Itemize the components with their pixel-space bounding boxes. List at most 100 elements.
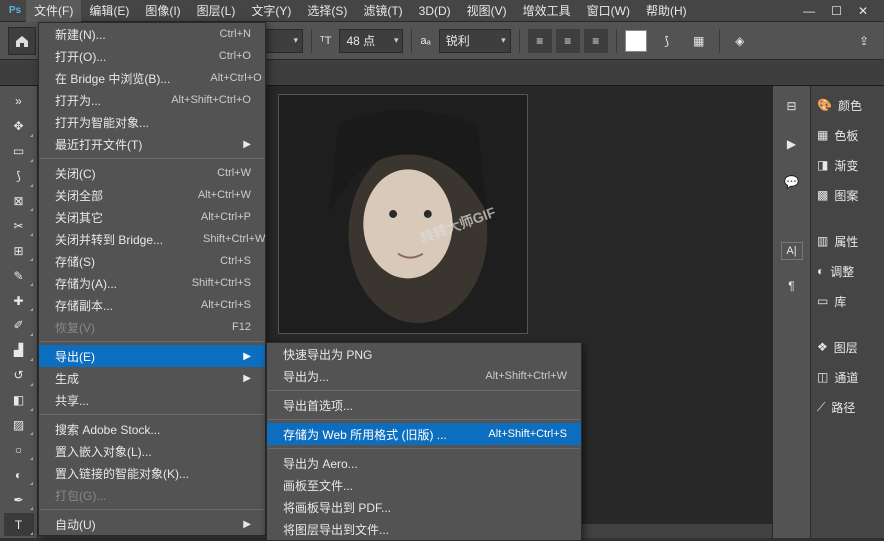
file-menu-item[interactable]: 最近打开文件(T)▶ xyxy=(39,133,265,155)
menu-layer[interactable]: 图层(L) xyxy=(189,0,244,22)
menu-select[interactable]: 选择(S) xyxy=(299,0,355,22)
align-right-icon[interactable]: ≡ xyxy=(584,29,608,53)
gradient-tool[interactable]: ▨ xyxy=(4,414,34,437)
panel-patterns[interactable]: ▩图案 xyxy=(811,180,884,210)
pen-tool[interactable]: ✒ xyxy=(4,488,34,511)
para-panel-icon[interactable]: ¶ xyxy=(780,274,804,298)
file-menu-item[interactable]: 关闭(C)Ctrl+W xyxy=(39,162,265,184)
panel-adjustments[interactable]: ◐调整 xyxy=(811,256,884,286)
menu-item-label: 存储副本... xyxy=(55,297,161,314)
eyedropper-tool[interactable]: ✎ xyxy=(4,264,34,287)
menu-item-label: 共享... xyxy=(55,392,251,409)
file-menu-item[interactable]: 自动(U)▶ xyxy=(39,513,265,535)
file-menu-item[interactable]: 存储(S)Ctrl+S xyxy=(39,250,265,272)
file-menu-item[interactable]: 关闭其它Alt+Ctrl+P xyxy=(39,206,265,228)
export-menu-item[interactable]: 将画板导出到 PDF... xyxy=(267,496,581,518)
file-menu-item[interactable]: 导出(E)▶ xyxy=(39,345,265,367)
file-menu-item[interactable]: 关闭并转到 Bridge...Shift+Ctrl+W xyxy=(39,228,265,250)
file-menu-item[interactable]: 打开为智能对象... xyxy=(39,111,265,133)
window-close-icon[interactable]: ✕ xyxy=(858,4,868,18)
color-swatch-icon[interactable] xyxy=(625,30,647,52)
history-brush-tool[interactable]: ↺ xyxy=(4,364,34,387)
submenu-arrow-icon: ▶ xyxy=(243,351,251,362)
export-menu-item[interactable]: 画板至文件... xyxy=(267,474,581,496)
quick-select-tool[interactable]: ⊠ xyxy=(4,190,34,213)
char-panel-icon[interactable]: A| xyxy=(781,242,803,260)
window-maximize-icon[interactable]: ☐ xyxy=(831,4,842,18)
layers-icon: ❖ xyxy=(817,340,828,354)
crop-tool[interactable]: ✂ xyxy=(4,214,34,237)
menu-item-label: 置入链接的智能对象(K)... xyxy=(55,465,251,482)
file-menu-item[interactable]: 搜索 Adobe Stock... xyxy=(39,418,265,440)
expand-toolbox-icon[interactable]: » xyxy=(4,90,34,113)
blur-tool[interactable]: ○ xyxy=(4,438,34,461)
menu-item-shortcut: Ctrl+N xyxy=(220,28,251,40)
file-menu-item[interactable]: 关闭全部Alt+Ctrl+W xyxy=(39,184,265,206)
panel-play-icon[interactable]: ▶ xyxy=(780,132,804,156)
file-menu-item[interactable]: 置入链接的智能对象(K)... xyxy=(39,462,265,484)
file-menu-item[interactable]: 打开为...Alt+Shift+Ctrl+O xyxy=(39,89,265,111)
panel-gradients[interactable]: ◨渐变 xyxy=(811,150,884,180)
panel-paths[interactable]: ⟋路径 xyxy=(811,392,884,422)
eraser-tool[interactable]: ◧ xyxy=(4,389,34,412)
export-menu-item[interactable]: 快速导出为 PNG xyxy=(267,343,581,365)
panels-icon[interactable]: ▦ xyxy=(687,29,711,53)
menu-edit[interactable]: 编辑(E) xyxy=(81,0,137,22)
warp-text-icon[interactable]: ⟆ xyxy=(655,29,679,53)
file-menu-item[interactable]: 在 Bridge 中浏览(B)...Alt+Ctrl+O xyxy=(39,67,265,89)
export-menu-item[interactable]: 导出为...Alt+Shift+Ctrl+W xyxy=(267,365,581,387)
file-menu-item[interactable]: 存储副本...Alt+Ctrl+S xyxy=(39,294,265,316)
panel-color[interactable]: 🎨颜色 xyxy=(811,90,884,120)
menu-image[interactable]: 图像(I) xyxy=(137,0,188,22)
file-menu-item[interactable]: 新建(N)...Ctrl+N xyxy=(39,23,265,45)
export-menu-divider xyxy=(268,448,580,449)
home-icon[interactable] xyxy=(8,27,36,55)
panel-layers[interactable]: ❖图层 xyxy=(811,332,884,362)
brush-tool[interactable]: ✐ xyxy=(4,314,34,337)
panel-chat-icon[interactable]: 💬 xyxy=(780,170,804,194)
export-menu-item[interactable]: 将图层导出到文件... xyxy=(267,518,581,540)
menu-item-label: 打开为... xyxy=(55,92,131,109)
move-tool[interactable]: ✥ xyxy=(4,115,34,138)
file-menu-item[interactable]: 打开(O)...Ctrl+O xyxy=(39,45,265,67)
menu-item-label: 导出首选项... xyxy=(283,397,567,414)
menu-filter[interactable]: 滤镜(T) xyxy=(355,0,410,22)
lasso-tool[interactable]: ⟆ xyxy=(4,165,34,188)
export-menu-item[interactable]: 存储为 Web 所用格式 (旧版) ...Alt+Shift+Ctrl+S xyxy=(267,423,581,445)
menu-window[interactable]: 窗口(W) xyxy=(579,0,638,22)
antialias-select[interactable]: 锐利 xyxy=(439,29,511,53)
export-menu-item[interactable]: 导出为 Aero... xyxy=(267,452,581,474)
3d-icon[interactable]: ◈ xyxy=(728,29,752,53)
panel-channels[interactable]: ◫通道 xyxy=(811,362,884,392)
panel-libraries[interactable]: ▭库 xyxy=(811,286,884,316)
menu-view[interactable]: 视图(V) xyxy=(459,0,515,22)
marquee-tool[interactable]: ▭ xyxy=(4,140,34,163)
menu-type[interactable]: 文字(Y) xyxy=(243,0,299,22)
healing-tool[interactable]: ✚ xyxy=(4,289,34,312)
share-icon[interactable]: ⇪ xyxy=(852,29,876,53)
stamp-tool[interactable]: ▟ xyxy=(4,339,34,362)
type-tool[interactable]: T xyxy=(4,513,34,536)
frame-tool[interactable]: ⊞ xyxy=(4,239,34,262)
file-menu-divider xyxy=(40,414,264,415)
panel-properties[interactable]: ▥属性 xyxy=(811,226,884,256)
dodge-tool[interactable]: ◐ xyxy=(4,463,34,486)
menu-help[interactable]: 帮助(H) xyxy=(638,0,695,22)
grid-icon: ▦ xyxy=(817,128,828,142)
align-left-icon[interactable]: ≡ xyxy=(528,29,552,53)
menu-item-label: 关闭并转到 Bridge... xyxy=(55,231,163,248)
file-menu-item[interactable]: 生成▶ xyxy=(39,367,265,389)
file-menu-item[interactable]: 存储为(A)...Shift+Ctrl+S xyxy=(39,272,265,294)
menu-item-label: 关闭其它 xyxy=(55,209,161,226)
menu-plugins[interactable]: 增效工具 xyxy=(515,0,579,22)
export-menu-item[interactable]: 导出首选项... xyxy=(267,394,581,416)
font-size-select[interactable]: 48 点 xyxy=(339,29,403,53)
panel-db-icon[interactable]: ⊟ xyxy=(780,94,804,118)
file-menu-item[interactable]: 置入嵌入对象(L)... xyxy=(39,440,265,462)
menu-file[interactable]: 文件(F) xyxy=(26,0,81,22)
window-minimize-icon[interactable]: — xyxy=(803,4,815,18)
panel-swatches[interactable]: ▦色板 xyxy=(811,120,884,150)
menu-3d[interactable]: 3D(D) xyxy=(411,0,459,22)
file-menu-item[interactable]: 共享... xyxy=(39,389,265,411)
align-center-icon[interactable]: ≡ xyxy=(556,29,580,53)
